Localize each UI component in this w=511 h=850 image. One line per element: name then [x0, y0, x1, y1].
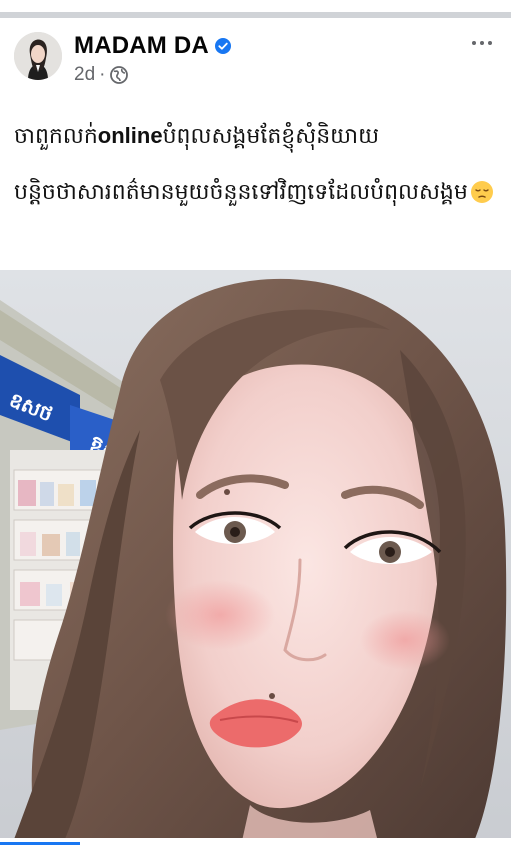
top-divider: [0, 0, 511, 20]
author-name[interactable]: MADAM DA: [74, 32, 209, 60]
photo-indicator: [0, 842, 80, 845]
post-photo[interactable]: ឧសថ ឱសថ: [0, 270, 511, 850]
bottom-strip: [0, 838, 511, 850]
post-text-part-1: ចាពួកលក់: [14, 124, 98, 149]
post-text: ចាពួកលក់onlineបំពុលសង្គមតែខ្ញុំសុំនិយាយប…: [14, 108, 500, 221]
author-line: MADAM DA: [74, 32, 231, 60]
post-header: MADAM DA 2d ·: [0, 20, 511, 100]
avatar[interactable]: [14, 32, 62, 80]
post-photo-image: ឧសថ ឱសថ: [0, 270, 511, 850]
avatar-image: [14, 32, 62, 80]
globe-icon[interactable]: [109, 65, 129, 85]
post-text-online: online: [97, 123, 163, 148]
post-card: MADAM DA 2d · ចាពួកលក់onlineបំពុលសង្គមតែ…: [0, 20, 511, 850]
post-meta: 2d ·: [74, 64, 129, 86]
divider-bar: [0, 12, 511, 18]
meta-separator: ·: [99, 64, 106, 85]
post-time[interactable]: 2d: [74, 64, 95, 86]
more-options-icon[interactable]: [471, 38, 493, 48]
verified-badge-icon: [214, 38, 231, 54]
pensive-face-emoji-icon: [470, 170, 494, 203]
